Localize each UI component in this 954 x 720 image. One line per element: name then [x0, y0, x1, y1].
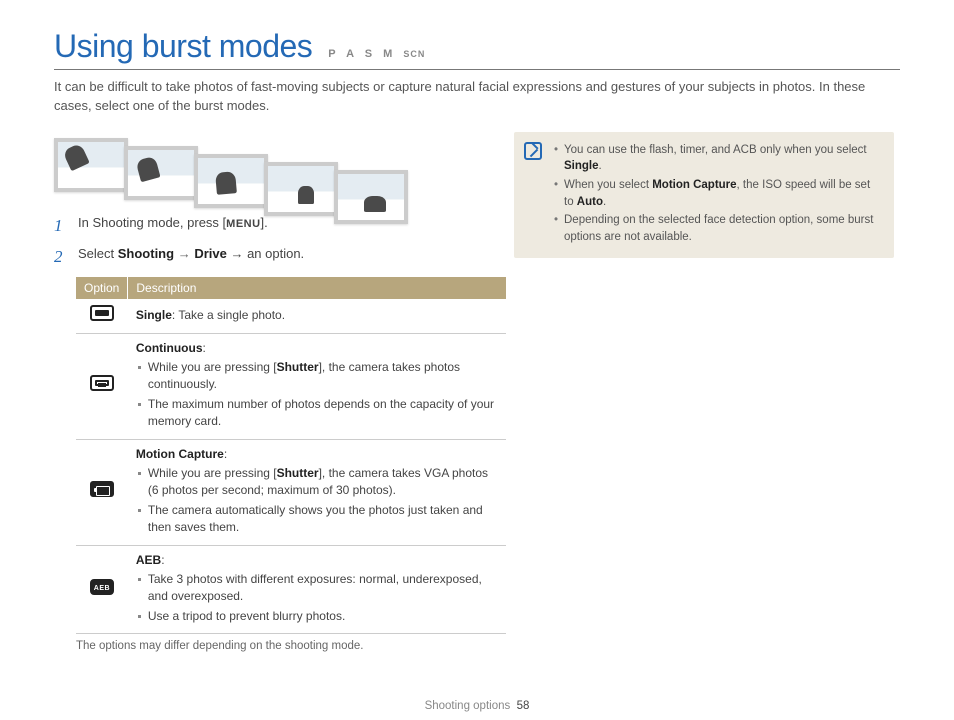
step-2: 2 Select Shooting → Drive → an option. [54, 245, 484, 269]
mode-tag-a: A [346, 48, 358, 60]
options-table: Option Description Single: Take a single… [76, 277, 506, 634]
mode-tag-p: P [328, 48, 339, 60]
list-item: You can use the flash, timer, and ACB on… [554, 142, 880, 175]
step-number: 1 [54, 214, 68, 238]
burst-frame [194, 154, 268, 208]
row-title-single: Single [136, 308, 172, 322]
arrow-icon: → [174, 246, 194, 261]
aeb-icon [90, 579, 114, 595]
burst-frame [124, 146, 198, 200]
step-number: 2 [54, 245, 68, 269]
step-text: Select Shooting → Drive → an option. [78, 245, 304, 269]
row-title-aeb: AEB [136, 553, 161, 567]
single-icon [90, 305, 114, 321]
row-title-continuous: Continuous [136, 341, 203, 355]
row-tail: : [161, 553, 164, 567]
list-item: Use a tripod to prevent blurry photos. [136, 608, 498, 625]
table-header-desc: Description [128, 277, 506, 299]
burst-frame [334, 170, 408, 224]
page-footer: Shooting options 58 [0, 700, 954, 712]
right-column: You can use the flash, timer, and ACB on… [514, 132, 894, 258]
step-1: 1 In Shooting mode, press [MENU]. [54, 214, 484, 238]
list-item: Take 3 photos with different exposures: … [136, 571, 498, 606]
row-tail: : Take a single photo. [172, 308, 285, 322]
page-number: 58 [517, 700, 530, 712]
list-item: The camera automatically shows you the p… [136, 502, 498, 537]
burst-illustration [54, 138, 484, 192]
mode-tags: P A S M SCN [328, 48, 425, 60]
list-item: Depending on the selected face detection… [554, 212, 880, 245]
left-column: 1 In Shooting mode, press [MENU]. 2 Sele… [54, 132, 484, 652]
row-tail: : [203, 341, 206, 355]
motion-capture-icon [90, 481, 114, 497]
row-title-motion: Motion Capture [136, 447, 224, 461]
list-item: While you are pressing [Shutter], the ca… [136, 465, 498, 500]
burst-frame [264, 162, 338, 216]
list-item: While you are pressing [Shutter], the ca… [136, 359, 498, 394]
step-2-prefix: Select [78, 246, 118, 261]
table-row: AEB: Take 3 photos with different exposu… [76, 545, 506, 634]
mode-tag-scn: SCN [403, 49, 425, 59]
continuous-icon [90, 375, 114, 391]
row-tail: : [224, 447, 227, 461]
step-text: In Shooting mode, press [MENU]. [78, 214, 268, 238]
note-box: You can use the flash, timer, and ACB on… [514, 132, 894, 258]
table-header-option: Option [76, 277, 128, 299]
page-title: Using burst modes [54, 28, 312, 65]
mode-tag-m: M [383, 48, 396, 60]
step-2-suffix: → an option. [227, 246, 304, 261]
menu-button-label: MENU [226, 218, 260, 230]
table-disclaimer: The options may differ depending on the … [76, 640, 484, 652]
table-row: Continuous: While you are pressing [Shut… [76, 333, 506, 439]
title-row: Using burst modes P A S M SCN [54, 28, 900, 70]
footer-section: Shooting options [425, 700, 511, 712]
step-1-suffix: ]. [261, 215, 268, 230]
list-item: The maximum number of photos depends on … [136, 396, 498, 431]
mode-tag-s: S [365, 48, 376, 60]
step-2-drive: Drive [194, 246, 227, 261]
table-row: Single: Take a single photo. [76, 299, 506, 333]
table-row: Motion Capture: While you are pressing [… [76, 439, 506, 545]
intro-text: It can be difficult to take photos of fa… [54, 78, 900, 116]
burst-frame [54, 138, 128, 192]
note-icon [524, 142, 542, 160]
list-item: When you select Motion Capture, the ISO … [554, 177, 880, 210]
step-2-shooting: Shooting [118, 246, 174, 261]
step-1-prefix: In Shooting mode, press [ [78, 215, 226, 230]
